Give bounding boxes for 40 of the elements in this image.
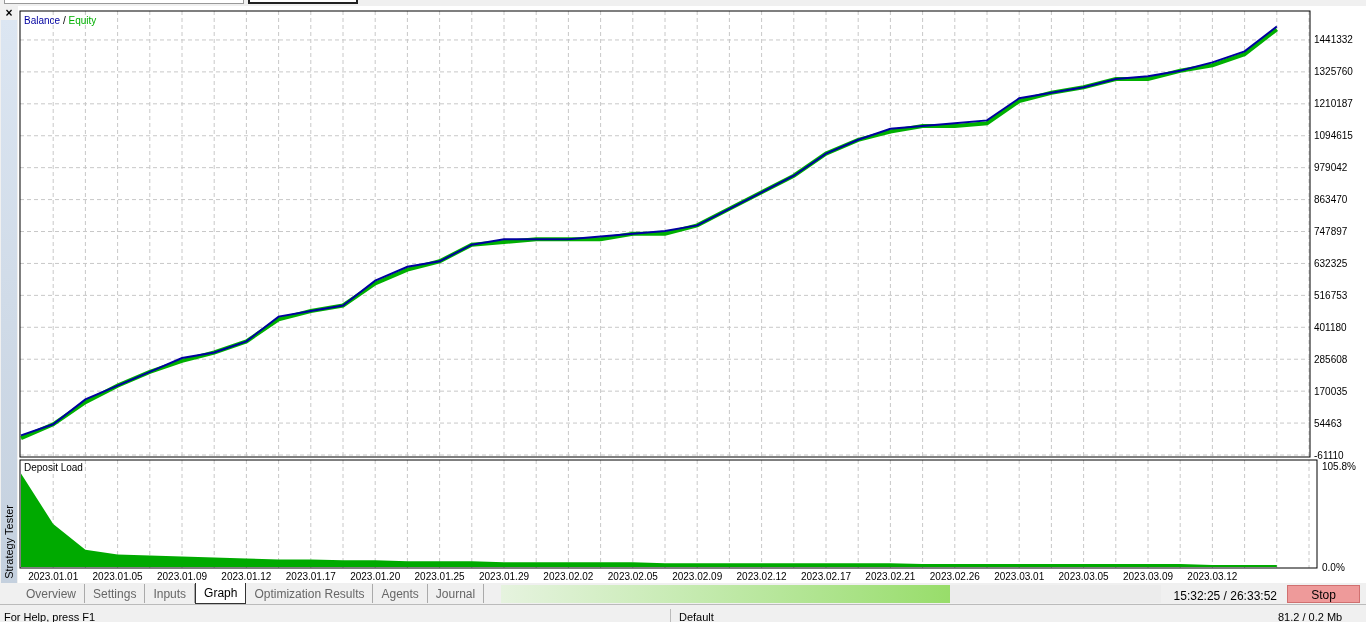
date-label: 2023.02.02 bbox=[543, 570, 594, 582]
date-label: 2023.02.21 bbox=[865, 570, 916, 582]
date-label: 2023.03.01 bbox=[994, 570, 1045, 582]
axis-tick-label: 401180 bbox=[1314, 321, 1347, 333]
date-label: 2023.03.05 bbox=[1058, 570, 1109, 582]
date-label: 2023.01.25 bbox=[414, 570, 465, 582]
date-label: 2023.01.09 bbox=[156, 570, 208, 582]
axis-tick-label: 170035 bbox=[1314, 385, 1348, 397]
status-text: Default bbox=[670, 609, 1270, 622]
date-label: 2023.02.26 bbox=[929, 570, 980, 582]
axis-tick-label: 516753 bbox=[1314, 289, 1348, 301]
date-label: 2023.01.05 bbox=[92, 570, 143, 582]
elapsed-time: 15:32:25 / 26:33:52 bbox=[1173, 588, 1277, 605]
axis-tick-label: 1325760 bbox=[1314, 66, 1353, 78]
date-label: 2023.01.01 bbox=[28, 570, 79, 582]
axis-tick-label: 747897 bbox=[1314, 226, 1348, 237]
date-label: 2023.02.05 bbox=[607, 570, 658, 582]
axis-tick-label: -61110 bbox=[1314, 449, 1344, 459]
date-label: 2023.01.12 bbox=[221, 570, 272, 582]
date-label: 2023.03.09 bbox=[1122, 570, 1174, 582]
chart-legend: Balance / Equity bbox=[24, 15, 97, 26]
date-label: 2023.02.09 bbox=[672, 570, 723, 582]
chart-title: Deposit Load bbox=[24, 461, 83, 473]
axis-tick-label: 863470 bbox=[1314, 194, 1348, 206]
status-text: 81.2 / 0.2 Mb bbox=[1277, 610, 1343, 622]
axis-tick-label: 1210187 bbox=[1314, 98, 1353, 110]
axis-tick-label: 0.0% bbox=[1322, 561, 1345, 573]
axis-tick-label: 54463 bbox=[1314, 417, 1342, 429]
axis-tick-label: 1441332 bbox=[1314, 34, 1353, 46]
axis-tick-label: 979042 bbox=[1314, 162, 1348, 174]
date-label: 2023.01.17 bbox=[285, 570, 336, 582]
date-label: 2023.01.20 bbox=[350, 570, 401, 582]
date-label: 2023.02.17 bbox=[800, 570, 852, 582]
date-label: 2023.02.12 bbox=[736, 570, 787, 582]
axis-tick-label: 285608 bbox=[1314, 353, 1348, 365]
date-label: 2023.03.12 bbox=[1187, 570, 1238, 582]
axis-tick-label: 1094615 bbox=[1314, 130, 1353, 142]
axis-tick-label: 105.8% bbox=[1322, 460, 1356, 472]
axis-tick-label: 632325 bbox=[1314, 257, 1348, 269]
date-label: 2023.01.29 bbox=[478, 570, 530, 582]
